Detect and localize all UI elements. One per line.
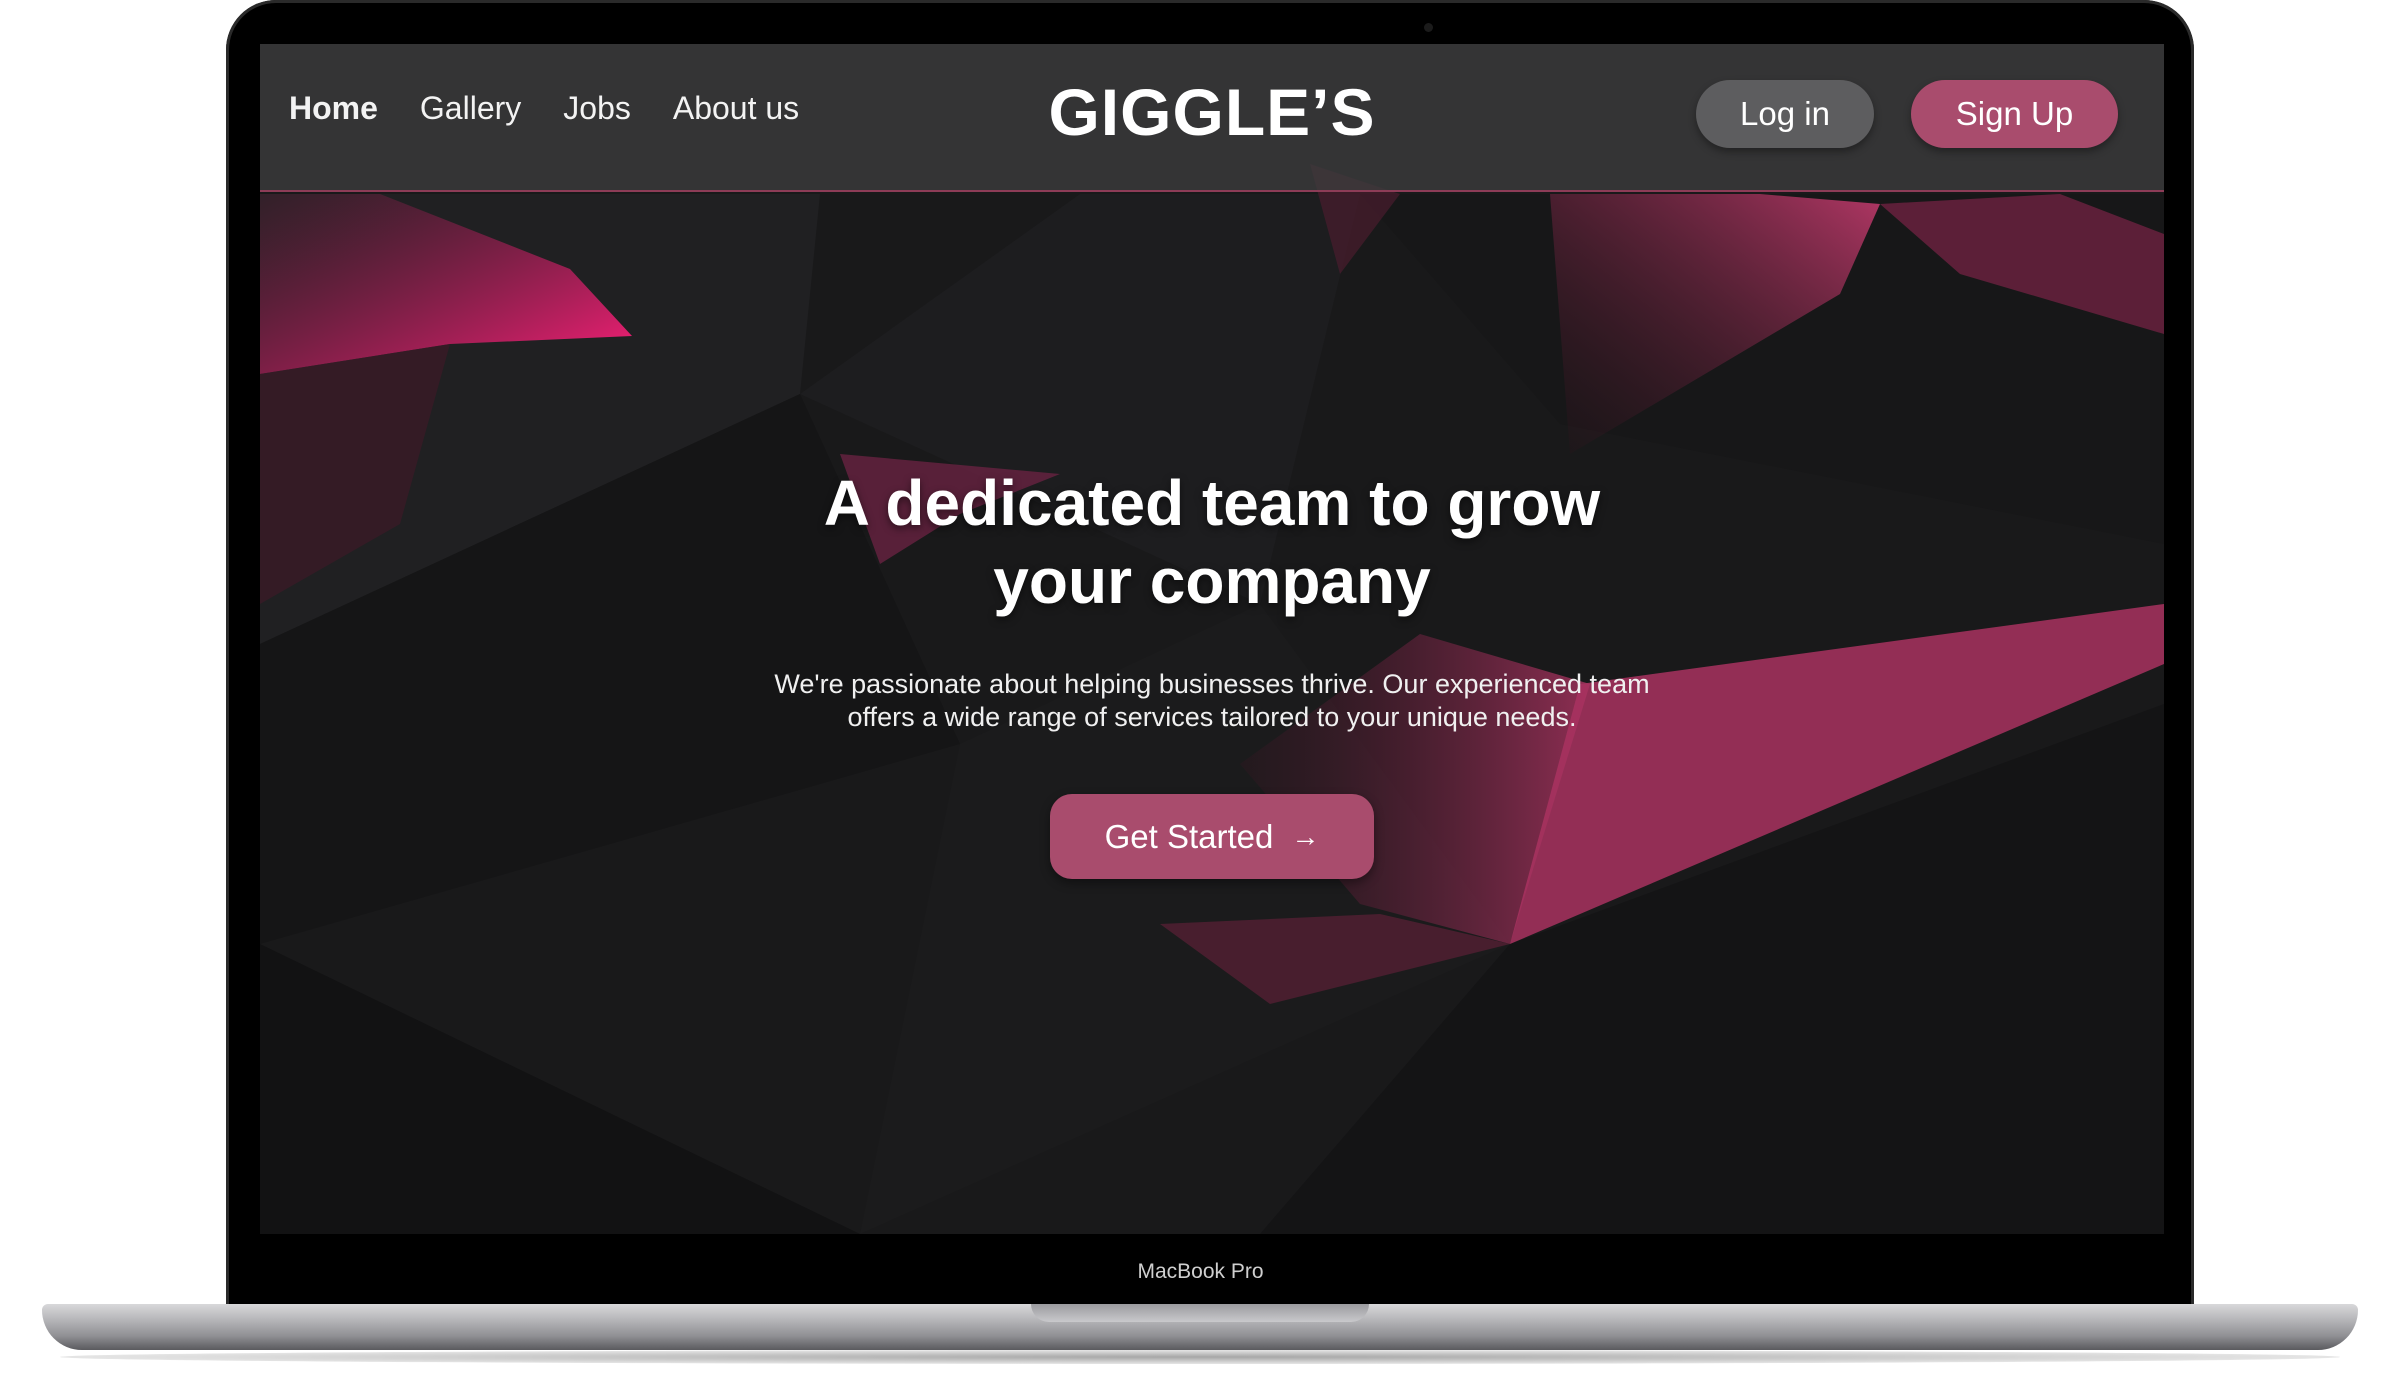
- nav-link-about-us[interactable]: About us: [673, 90, 799, 127]
- laptop-mockup: Home Gallery Jobs About us GIGGLE’S Log …: [0, 0, 2401, 1376]
- arrow-right-icon: →: [1291, 820, 1320, 852]
- hero-subtitle: We're passionate about helping businesse…: [774, 669, 1650, 732]
- website-screen: Home Gallery Jobs About us GIGGLE’S Log …: [260, 44, 2164, 1234]
- nav-link-gallery[interactable]: Gallery: [420, 90, 521, 127]
- nav-link-home[interactable]: Home: [289, 90, 378, 127]
- laptop-shadow: [60, 1350, 2340, 1364]
- camera-icon: [1424, 23, 1433, 32]
- device-model-label: MacBook Pro: [1137, 1260, 1264, 1283]
- get-started-button[interactable]: Get Started →: [1050, 794, 1374, 879]
- login-button[interactable]: Log in: [1696, 80, 1874, 148]
- signup-button[interactable]: Sign Up: [1911, 80, 2118, 148]
- nav-links: Home Gallery Jobs About us: [289, 90, 841, 127]
- hero-section: A dedicated team to grow your company We…: [260, 464, 2164, 879]
- hero-title: A dedicated team to grow your company: [823, 467, 1601, 617]
- top-navbar: Home Gallery Jobs About us GIGGLE’S Log …: [260, 44, 2164, 192]
- nav-link-jobs[interactable]: Jobs: [563, 90, 631, 127]
- laptop-base-notch: [1031, 1304, 1369, 1322]
- get-started-label: Get Started: [1104, 817, 1274, 855]
